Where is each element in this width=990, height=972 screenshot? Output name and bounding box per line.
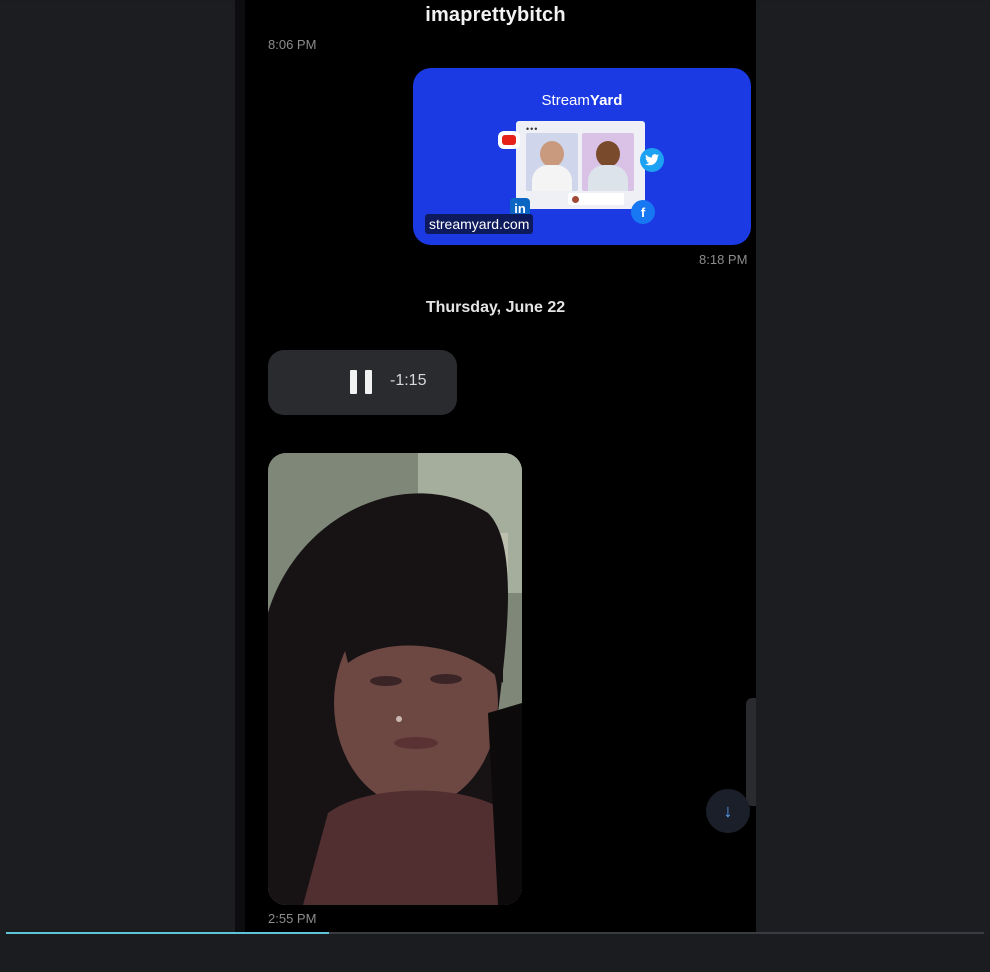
voice-remaining-time: -1:15 — [390, 372, 427, 389]
twitter-icon — [640, 148, 664, 172]
arrow-down-icon: ↓ — [723, 800, 733, 821]
date-separator: Thursday, June 22 — [425, 299, 566, 316]
video-thumbnail — [268, 453, 522, 905]
video-progress-fill — [6, 932, 329, 934]
youtube-icon — [498, 131, 520, 149]
link-url[interactable]: streamyard.com — [425, 214, 534, 234]
conversation-title[interactable]: imaprettybitch — [235, 4, 756, 27]
video-message[interactable] — [268, 453, 522, 905]
message-timestamp: 8:06 PM — [268, 37, 317, 52]
message-timestamp: 8:18 PM — [699, 252, 748, 267]
host-avatar-male — [582, 133, 634, 191]
streamyard-logo: StreamYard — [541, 92, 623, 109]
host-avatar-female — [526, 133, 578, 191]
message-timestamp: 2:55 PM — [268, 911, 317, 926]
preview-illustration: ••• — [516, 121, 645, 209]
participant-bar — [568, 193, 624, 205]
side-handle[interactable] — [746, 698, 756, 806]
screen-edge — [235, 0, 245, 934]
chat-screen: imaprettybitch 8:06 PM StreamYard ••• in… — [235, 0, 756, 934]
pause-icon[interactable] — [350, 370, 372, 394]
video-progress-bar[interactable] — [6, 932, 984, 934]
scroll-to-bottom-button[interactable]: ↓ — [706, 789, 750, 833]
link-preview-card[interactable]: StreamYard ••• in f streamyard.com — [413, 68, 751, 245]
facebook-icon: f — [631, 200, 655, 224]
voice-message[interactable]: -1:15 — [268, 350, 457, 415]
window-dots-icon: ••• — [526, 124, 539, 134]
